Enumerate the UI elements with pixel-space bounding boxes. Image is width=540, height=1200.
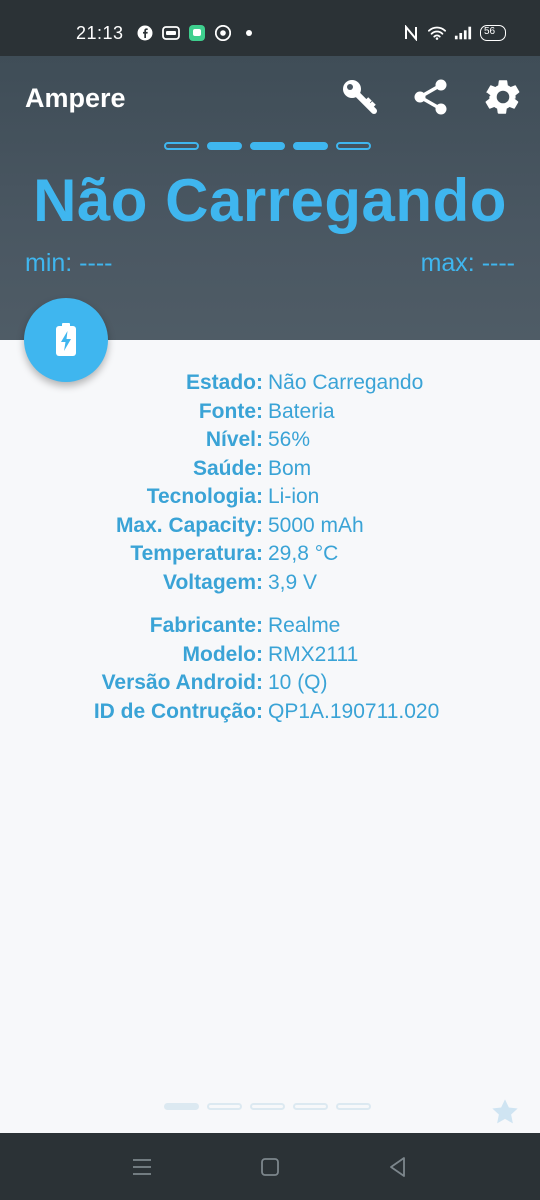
info-value: RMX2111 — [268, 642, 359, 666]
page-dot — [207, 142, 242, 150]
page-dot — [164, 142, 199, 150]
page-dot — [336, 1103, 371, 1110]
key-button[interactable] — [339, 76, 381, 118]
facebook-icon — [136, 24, 154, 42]
status-time: 21:13 — [76, 23, 124, 43]
max-current: max: ---- — [420, 249, 515, 277]
status-bar: 21:13 56 — [0, 0, 540, 56]
info-row-build-id: ID de Contrução: QP1A.190711.020 — [0, 698, 540, 727]
recent-apps-button[interactable] — [128, 1155, 156, 1179]
dot-icon — [240, 24, 258, 42]
page-dot — [250, 1103, 285, 1110]
signal-icon — [454, 24, 472, 42]
info-row-temperatura: Temperatura: 29,8 °C — [0, 540, 540, 569]
notification-icons — [136, 24, 258, 42]
bottom-page-indicator — [164, 1103, 371, 1110]
info-label: Modelo: — [182, 642, 263, 666]
info-label: Saúde: — [192, 456, 263, 480]
card-icon — [162, 24, 180, 42]
settings-button[interactable] — [482, 76, 524, 118]
system-icons: 56 — [402, 24, 506, 42]
info-row-modelo: Modelo: RMX2111 — [0, 641, 540, 670]
page-dot — [164, 1103, 199, 1110]
info-label: Fonte: — [198, 399, 263, 423]
info-label: Estado: — [185, 371, 263, 395]
page-dot — [207, 1103, 242, 1110]
gear-icon — [485, 80, 520, 114]
back-triangle-icon — [390, 1157, 405, 1177]
info-label: ID de Contrução: — [93, 699, 263, 723]
chrome-icon — [214, 24, 232, 42]
info-value: 10 (Q) — [268, 671, 328, 695]
chat-app-icon — [188, 24, 206, 42]
system-nav-bar — [0, 1133, 540, 1200]
info-value: Não Carregando — [268, 371, 424, 395]
info-value: Bateria — [268, 399, 335, 423]
wifi-icon — [428, 24, 446, 42]
info-label: Voltagem: — [163, 570, 263, 594]
info-value: 5000 mAh — [268, 513, 364, 537]
page-dot — [250, 142, 285, 150]
info-value: 3,9 V — [268, 570, 318, 594]
info-label: Fabricante: — [149, 614, 263, 638]
info-label: Nível: — [205, 428, 263, 452]
menu-icon — [133, 1159, 151, 1175]
nfc-icon — [402, 24, 420, 42]
info-row-capacity: Max. Capacity: 5000 mAh — [0, 512, 540, 541]
info-label: Temperatura: — [130, 542, 263, 566]
info-value: Bom — [268, 456, 312, 480]
min-current: min: ---- — [25, 249, 113, 277]
info-row-voltagem: Voltagem: 3,9 V — [0, 569, 540, 598]
header: Ampere Não Carregando min: ---- max: ---… — [0, 56, 540, 340]
back-button[interactable] — [384, 1155, 412, 1179]
info-row-tecnologia: Tecnologia: Li-ion — [0, 483, 540, 512]
home-button[interactable] — [256, 1155, 284, 1179]
info-row-nivel: Nível: 56% — [0, 426, 540, 455]
info-label: Versão Android: — [101, 671, 263, 695]
share-button[interactable] — [410, 76, 452, 118]
page-dot — [293, 1103, 328, 1110]
rate-star-button[interactable] — [489, 1096, 521, 1128]
info-value: QP1A.190711.020 — [268, 699, 440, 723]
home-square-icon — [261, 1158, 279, 1176]
info-value: Realme — [268, 614, 341, 638]
info-row-estado: Estado: Não Carregando — [0, 369, 540, 398]
share-icon — [414, 79, 447, 115]
info-row-android-version: Versão Android: 10 (Q) — [0, 669, 540, 698]
star-icon — [492, 1099, 518, 1124]
info-label: Max. Capacity: — [115, 513, 263, 537]
info-label: Tecnologia: — [146, 485, 263, 509]
info-row-saude: Saúde: Bom — [0, 455, 540, 484]
info-value: 56% — [268, 428, 311, 452]
app-title: Ampere — [25, 83, 126, 113]
info-row-fonte: Fonte: Bateria — [0, 398, 540, 427]
battery-info-list: Estado: Não Carregando Fonte: Bateria Ní… — [0, 369, 540, 726]
info-value: 29,8 °C — [268, 542, 339, 566]
charging-state-title: Não Carregando — [33, 167, 507, 234]
key-icon — [343, 80, 377, 114]
info-value: Li-ion — [268, 485, 320, 509]
page-dot — [293, 142, 328, 150]
page-dot — [336, 142, 371, 150]
battery-indicator: 56 — [480, 25, 506, 41]
info-row-fabricante: Fabricante: Realme — [0, 612, 540, 641]
header-page-indicator — [164, 142, 371, 150]
battery-charging-icon — [56, 323, 76, 356]
